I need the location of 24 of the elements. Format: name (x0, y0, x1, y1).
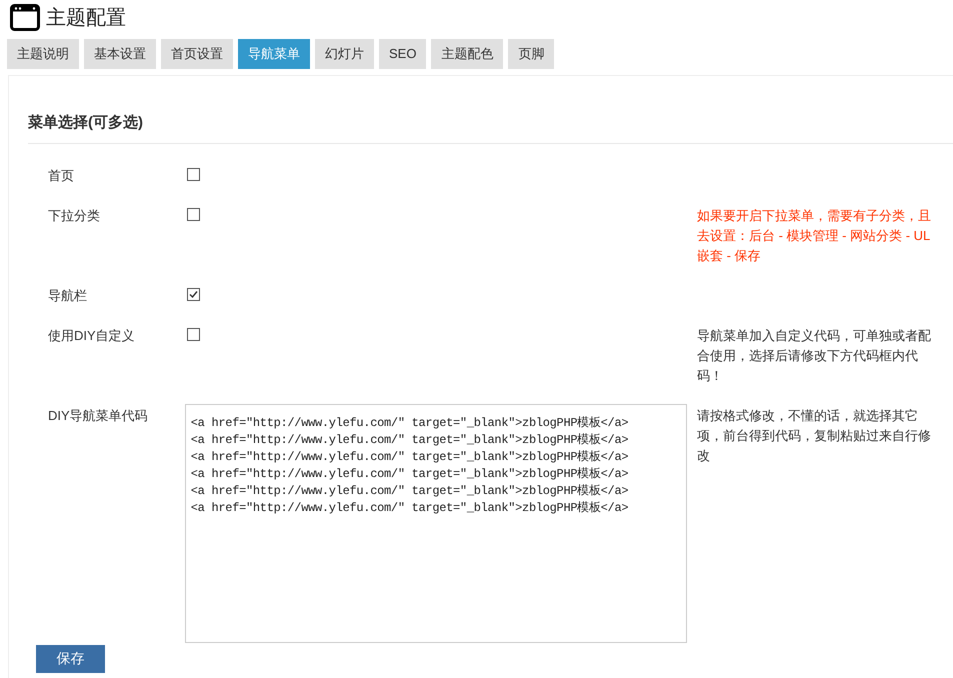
field-label: DIY导航菜单代码 (48, 406, 149, 424)
checkbox[interactable] (187, 208, 200, 220)
tab[interactable]: SEO (379, 39, 426, 69)
window-icon (10, 4, 40, 31)
help-text: 如果要开启下拉菜单，需要有子分类，且 去设置：后台 - 模块管理 - 网站分类 - UL 嵌套 - 保存 (697, 206, 932, 264)
field-label: 下拉分类 (48, 206, 101, 224)
checkbox[interactable] (187, 168, 200, 180)
field-label: 首页 (48, 166, 75, 184)
checkbox[interactable] (187, 288, 200, 300)
save-button[interactable]: 保存 (36, 644, 105, 672)
code-field[interactable]: <a href="http://www.ylefu.com/" target="_blank">zblogPHP模板</a> <a href="http://www.ylefu.com/" target="_blank">zblogPHP模板</a> <a href="http://www.ylefu.com/" target="_blank">zblogPHP模板</a> <a href="http://www.ylefu.com/" target="_blank">zblogPHP模板</a> <a href="http://www.ylefu.com/" target="_blank">zblogPHP模板</a> <a href="http://www.ylefu.com/" target="_blank">zblogPHP模板</a> (184, 404, 687, 642)
page-title: 主题配置 (46, 6, 126, 30)
tab[interactable]: 主题说明 (7, 39, 79, 69)
section-title: 菜单选择(可多选) (28, 112, 953, 144)
field-label: 导航栏 (48, 286, 88, 304)
tab[interactable]: 主题配色 (431, 39, 504, 69)
tab[interactable]: 基本设置 (84, 39, 156, 69)
help-text: 请按格式修改，不懂的话，就选择其它 项，前台得到代码，复制粘贴过来自行修 改 (697, 406, 932, 464)
field-label: 使用DIY自定义 (48, 326, 136, 344)
tab[interactable]: 页脚 (508, 39, 554, 69)
checkbox[interactable] (187, 328, 200, 340)
tab[interactable]: 幻灯片 (315, 39, 374, 69)
tab[interactable]: 首页设置 (161, 39, 233, 69)
help-text: 导航菜单加入自定义代码，可单独或者配 合使用，选择后请修改下方代码框内代 码！ (697, 326, 932, 384)
